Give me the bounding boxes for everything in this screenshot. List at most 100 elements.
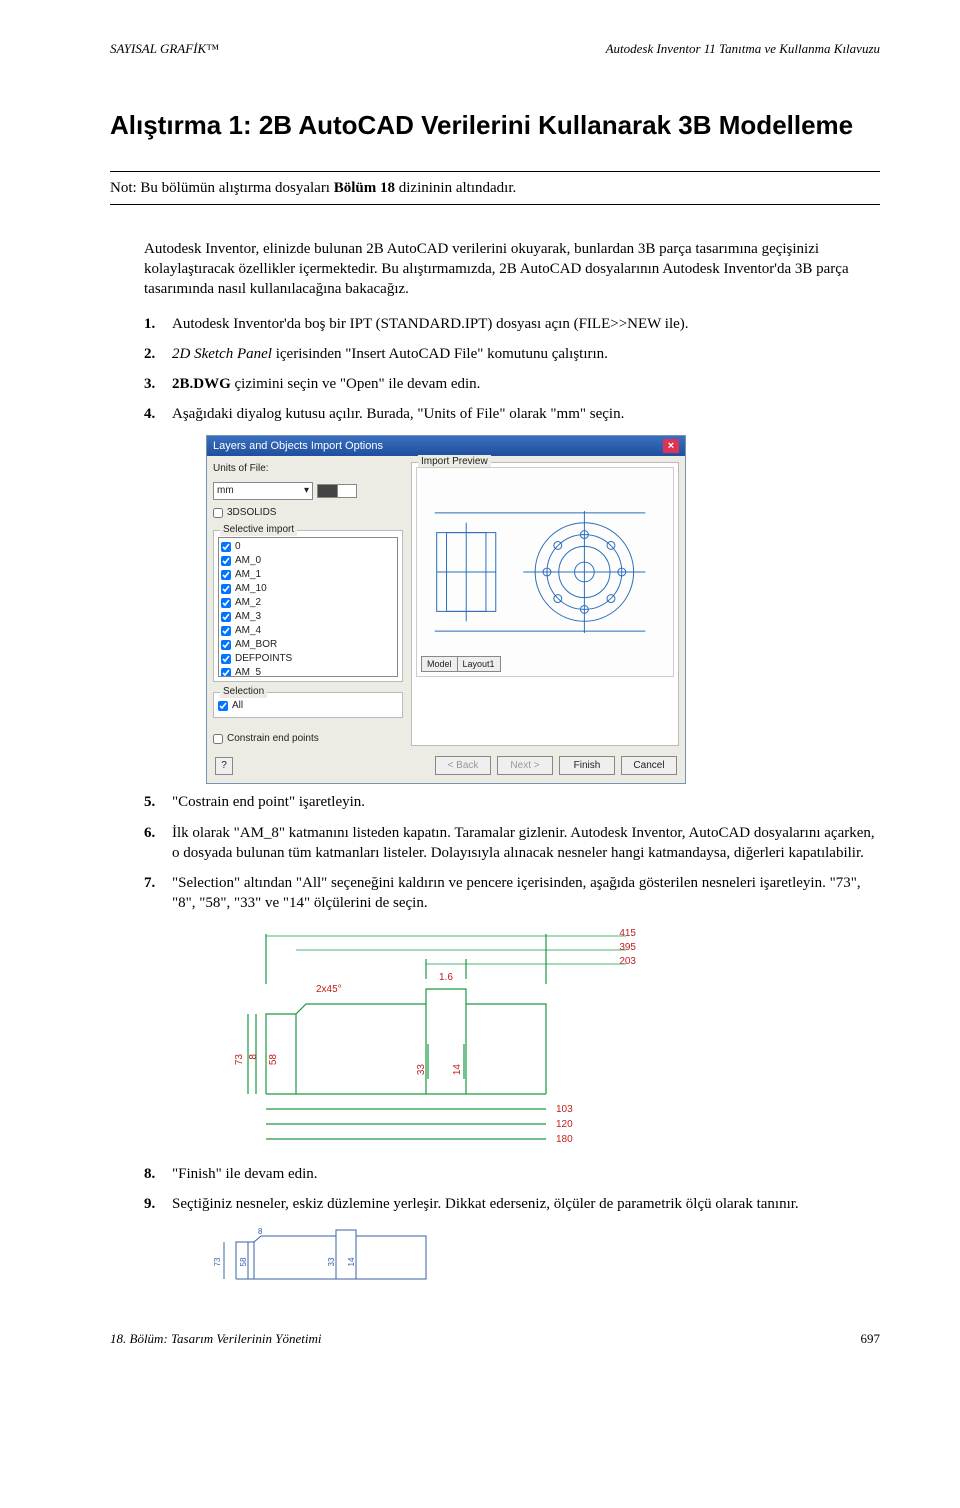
layer-cb[interactable] xyxy=(221,668,231,677)
units-label: Units of File: xyxy=(213,462,269,476)
dim-label: 1.6 xyxy=(439,972,453,983)
dim-label: 33 xyxy=(416,1063,427,1075)
layer-cb[interactable] xyxy=(221,570,231,580)
constrain-cb-input[interactable] xyxy=(213,734,223,744)
footer-left: 18. Bölüm: Tasarım Verilerinin Yönetimi xyxy=(110,1330,322,1348)
header-right: Autodesk Inventor 11 Tanıtma ve Kullanma… xyxy=(606,40,880,58)
close-icon[interactable]: × xyxy=(663,439,679,453)
selection-legend: Selection xyxy=(220,685,267,699)
preview-tabs[interactable]: Model Layout1 xyxy=(421,656,501,672)
chevron-down-icon: ▾ xyxy=(304,484,309,498)
note-suffix: dizininin altındadır. xyxy=(395,180,516,196)
selective-legend: Selective import xyxy=(220,523,297,537)
layer-cb[interactable] xyxy=(221,598,231,608)
tab-layout[interactable]: Layout1 xyxy=(458,657,500,671)
header-left: SAYISAL GRAFİK™ xyxy=(110,40,219,58)
layer-label: AM_BOR xyxy=(235,638,277,652)
solids-checkbox[interactable]: 3DSOLIDS xyxy=(213,506,403,520)
all-cb-label: All xyxy=(232,699,243,713)
item-body: "Costrain end point" işaretleyin. xyxy=(172,792,880,812)
dialog-titlebar: Layers and Objects Import Options × xyxy=(207,436,685,457)
item-number: 1. xyxy=(144,314,172,334)
dim-label: 73 xyxy=(213,1257,222,1266)
layer-item[interactable]: AM_2 xyxy=(221,596,395,610)
layer-cb[interactable] xyxy=(221,640,231,650)
dimension-drawing: 415 395 203 1.6 2x45° 73 8 58 33 14 103 … xyxy=(206,924,666,1154)
layer-list[interactable]: 0 AM_0 AM_1 AM_10 AM_2 AM_3 AM_4 AM_BOR … xyxy=(218,537,398,677)
next-button[interactable]: Next > xyxy=(497,756,553,776)
italic-term: 2D Sketch Panel xyxy=(172,346,272,362)
all-cb-input[interactable] xyxy=(218,701,228,711)
dim-label: 2x45° xyxy=(316,984,342,995)
layer-label: AM_0 xyxy=(235,554,261,568)
item-body: Autodesk Inventor'da boş bir IPT (STANDA… xyxy=(172,314,880,334)
dim-label: 203 xyxy=(619,956,636,967)
dialog-title: Layers and Objects Import Options xyxy=(213,439,383,454)
solids-cb-input[interactable] xyxy=(213,508,223,518)
layer-cb[interactable] xyxy=(221,612,231,622)
layer-cb[interactable] xyxy=(221,556,231,566)
constrain-cb-label: Constrain end points xyxy=(227,732,319,746)
back-button[interactable]: < Back xyxy=(435,756,491,776)
finish-button[interactable]: Finish xyxy=(559,756,615,776)
dim-label: 33 xyxy=(327,1257,336,1266)
dim-label: 415 xyxy=(619,928,636,939)
layer-item[interactable]: AM_3 xyxy=(221,610,395,624)
tab-model[interactable]: Model xyxy=(422,657,458,671)
solids-cb-label: 3DSOLIDS xyxy=(227,506,276,520)
dim-label: 58 xyxy=(268,1053,279,1065)
layer-label: AM_2 xyxy=(235,596,261,610)
item-text: çizimini seçin ve "Open" ile devam edin. xyxy=(231,376,481,392)
item-number: 6. xyxy=(144,823,172,864)
layer-label: AM_5 xyxy=(235,666,261,677)
selective-import-group: Selective import 0 AM_0 AM_1 AM_10 AM_2 … xyxy=(213,530,403,682)
constrain-checkbox[interactable]: Constrain end points xyxy=(213,732,403,746)
layer-label: DEFPOINTS xyxy=(235,652,292,666)
instruction-list-cont2: 8. "Finish" ile devam edin. 9. Seçtiğini… xyxy=(144,1164,880,1215)
layer-label: AM_1 xyxy=(235,568,261,582)
layer-cb[interactable] xyxy=(221,542,231,552)
layer-item[interactable]: AM_10 xyxy=(221,582,395,596)
intro-paragraph: Autodesk Inventor, elinizde bulunan 2B A… xyxy=(144,239,880,300)
layer-item[interactable]: AM_0 xyxy=(221,554,395,568)
layer-item[interactable]: DEFPOINTS xyxy=(221,652,395,666)
layer-cb[interactable] xyxy=(221,654,231,664)
layer-cb[interactable] xyxy=(221,584,231,594)
layer-label: AM_3 xyxy=(235,610,261,624)
unit-toggle[interactable] xyxy=(317,484,357,498)
item-text: içerisinden "Insert AutoCAD File" komutu… xyxy=(272,346,608,362)
units-dropdown[interactable]: mm ▾ xyxy=(213,482,313,500)
import-options-dialog: Layers and Objects Import Options × Unit… xyxy=(206,435,686,785)
item-number: 2. xyxy=(144,344,172,364)
layer-item[interactable]: AM_5 xyxy=(221,666,395,677)
note-box: Not: Bu bölümün alıştırma dosyaları Bölü… xyxy=(110,171,880,205)
item-body: İlk olarak "AM_8" katmanını listeden kap… xyxy=(172,823,880,864)
layer-label: AM_10 xyxy=(235,582,267,596)
dim-label: 58 xyxy=(239,1257,248,1266)
item-body: Seçtiğiniz nesneler, eskiz düzlemine yer… xyxy=(172,1194,880,1214)
preview-canvas[interactable]: Model Layout1 xyxy=(416,467,674,677)
preview-drawing-icon xyxy=(417,468,673,676)
dim-label: 14 xyxy=(452,1063,463,1075)
units-value: mm xyxy=(217,484,234,498)
layer-item[interactable]: 0 xyxy=(221,540,395,554)
item-number: 4. xyxy=(144,404,172,424)
layer-item[interactable]: AM_1 xyxy=(221,568,395,582)
page-number: 697 xyxy=(861,1330,881,1348)
drawing-svg: 415 395 203 1.6 2x45° 73 8 58 33 14 103 … xyxy=(206,924,666,1154)
dim-label: 180 xyxy=(556,1134,573,1145)
dim-label: 120 xyxy=(556,1119,573,1130)
help-button[interactable]: ? xyxy=(215,757,233,775)
page-title: Alıştırma 1: 2B AutoCAD Verilerini Kulla… xyxy=(110,108,880,143)
dim-label: 8 xyxy=(248,1053,259,1059)
page-header: SAYISAL GRAFİK™ Autodesk Inventor 11 Tan… xyxy=(110,40,880,58)
item-body: 2B.DWG çizimini seçin ve "Open" ile deva… xyxy=(172,374,880,394)
layer-item[interactable]: AM_BOR xyxy=(221,638,395,652)
sketch-svg: 73 58 33 14 8 xyxy=(206,1224,466,1294)
layer-item[interactable]: AM_4 xyxy=(221,624,395,638)
question-icon: ? xyxy=(221,759,227,773)
layer-cb[interactable] xyxy=(221,626,231,636)
note-prefix: Not: Bu bölümün alıştırma dosyaları xyxy=(110,180,334,196)
cancel-button[interactable]: Cancel xyxy=(621,756,677,776)
all-checkbox[interactable]: All xyxy=(218,699,398,713)
